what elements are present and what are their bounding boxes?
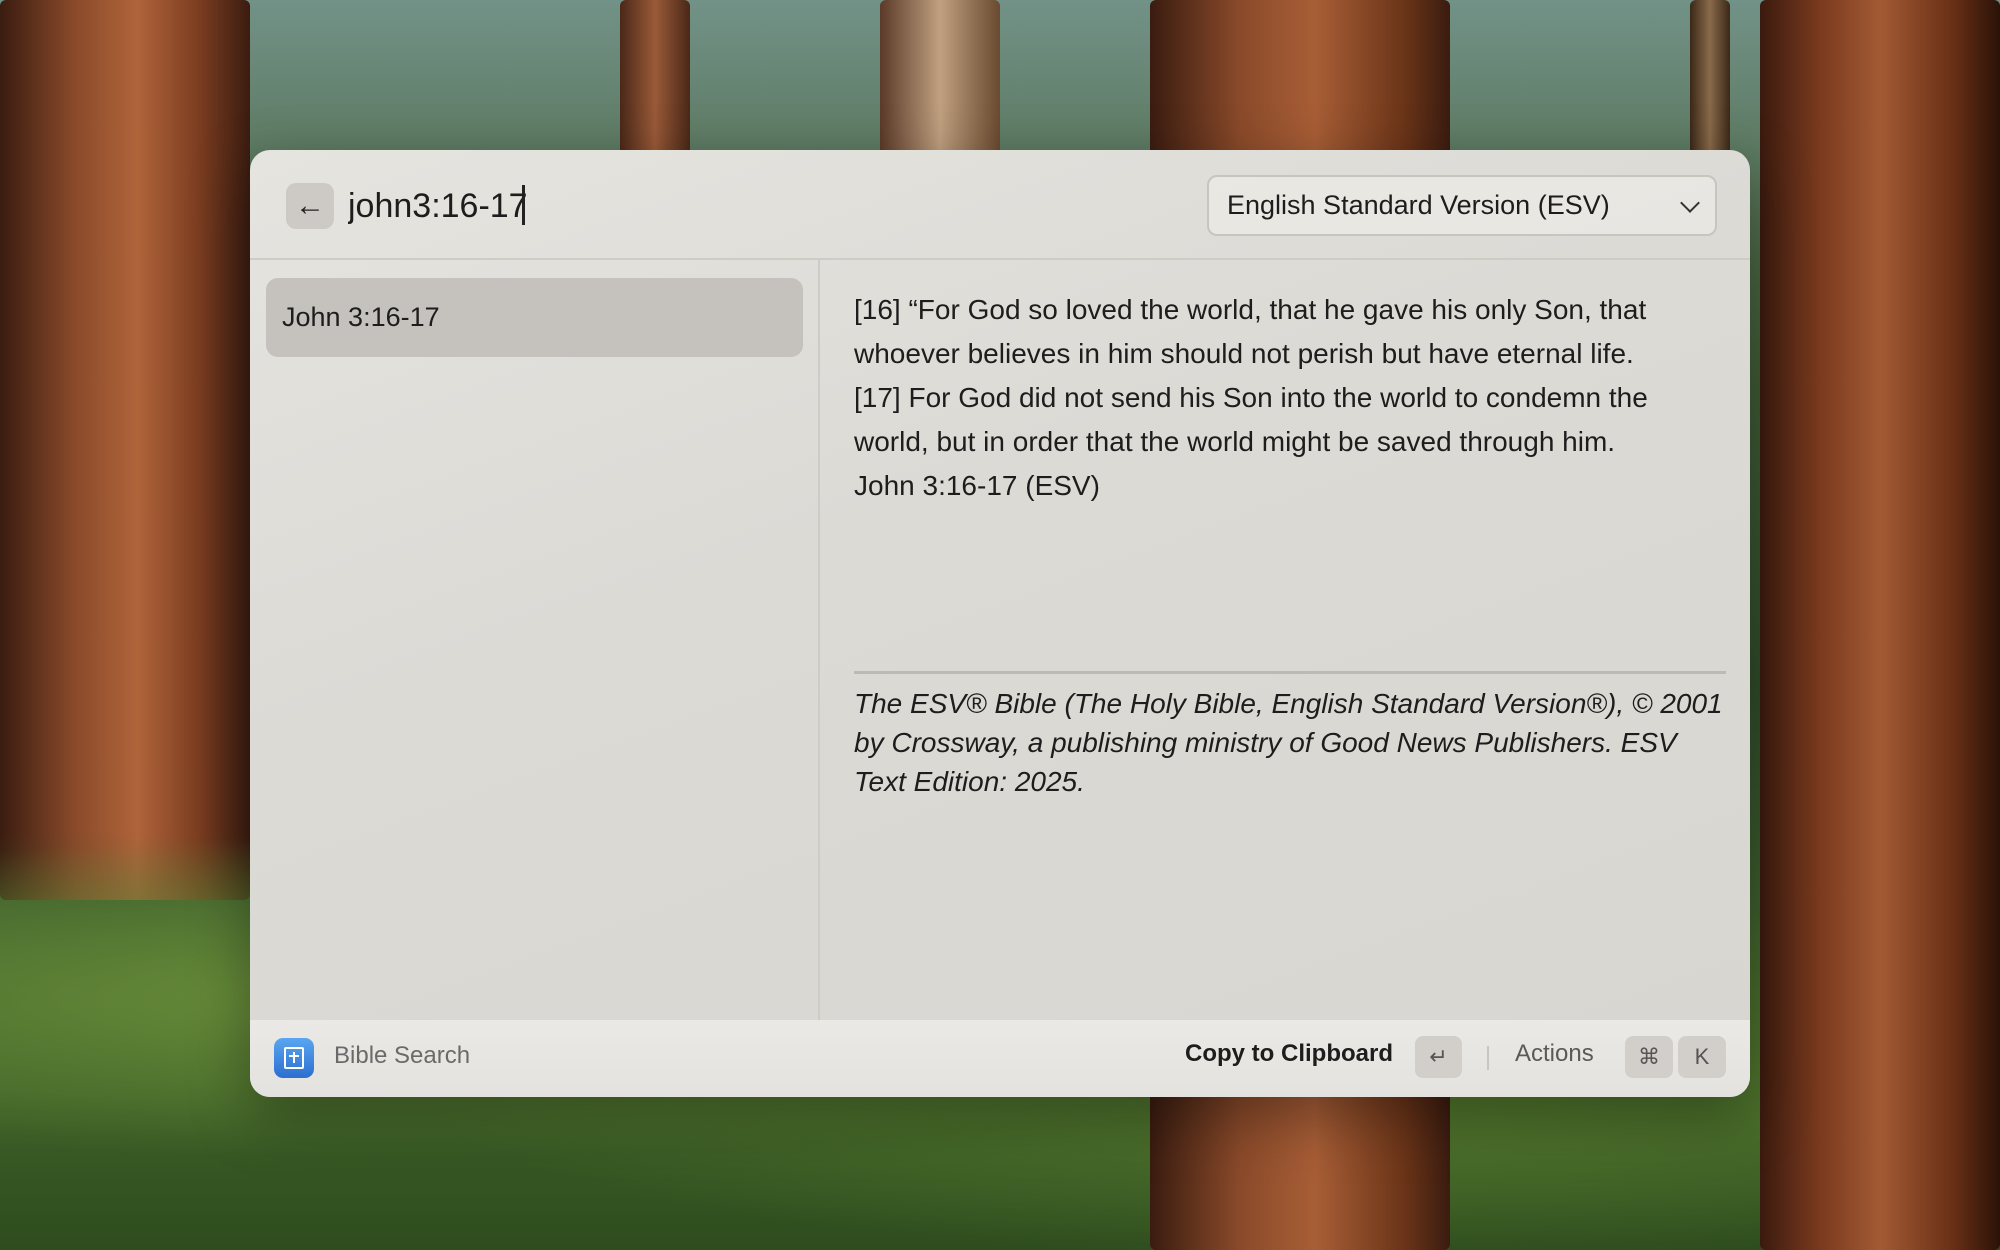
passage-line: whoever believes in him should not peris… xyxy=(854,338,1634,369)
enter-key-icon: ↵ xyxy=(1415,1036,1462,1078)
app-name: Bible Search xyxy=(334,1042,471,1069)
copyright-notice: The ESV® Bible (The Holy Bible, English … xyxy=(854,688,1723,797)
list-item-label: John 3:16-17 xyxy=(282,302,440,332)
actions-button[interactable]: Actions xyxy=(1515,1040,1594,1068)
results-list: John 3:16-17 xyxy=(250,260,820,1020)
command-key-icon: ⌘ xyxy=(1625,1036,1673,1078)
version-dropdown-label: English Standard Version (ESV) xyxy=(1227,190,1610,220)
k-key: K xyxy=(1678,1036,1726,1078)
detail-panel: [16] “For God so loved the world, that h… xyxy=(854,260,1726,1020)
back-button[interactable]: ← xyxy=(286,183,334,229)
action-bar: Bible Search Copy to Clipboard ↵ Actions… xyxy=(250,1020,1750,1097)
passage-line: [17] For God did not send his Son into t… xyxy=(854,382,1648,413)
chevron-down-icon xyxy=(1680,192,1700,213)
passage-line: world, but in order that the world might… xyxy=(854,426,1616,457)
passage-reference: John 3:16-17 (ESV) xyxy=(854,470,1100,501)
wallpaper-tree-trunk xyxy=(1760,0,2000,1250)
search-bar: ← English Standard Version (ESV) xyxy=(250,150,1750,260)
list-item[interactable]: John 3:16-17 xyxy=(266,278,803,357)
desktop-wallpaper: ← English Standard Version (ESV) John 3:… xyxy=(0,0,2000,1250)
version-dropdown[interactable]: English Standard Version (ESV) xyxy=(1207,175,1717,236)
arrow-left-icon: ← xyxy=(295,189,325,222)
text-caret xyxy=(522,185,525,225)
copy-to-clipboard-button[interactable]: Copy to Clipboard xyxy=(1185,1040,1393,1068)
bible-book-icon xyxy=(274,1038,314,1078)
divider xyxy=(854,671,1726,674)
passage-line: [16] “For God so loved the world, that h… xyxy=(854,294,1647,325)
launcher-window: ← English Standard Version (ESV) John 3:… xyxy=(250,150,1750,1097)
search-input[interactable] xyxy=(348,175,1148,237)
wallpaper-tree-trunk xyxy=(1690,0,1730,160)
wallpaper-tree-trunk xyxy=(0,0,250,900)
separator xyxy=(1487,1046,1489,1070)
passage-text: [16] “For God so loved the world, that h… xyxy=(854,288,1734,508)
